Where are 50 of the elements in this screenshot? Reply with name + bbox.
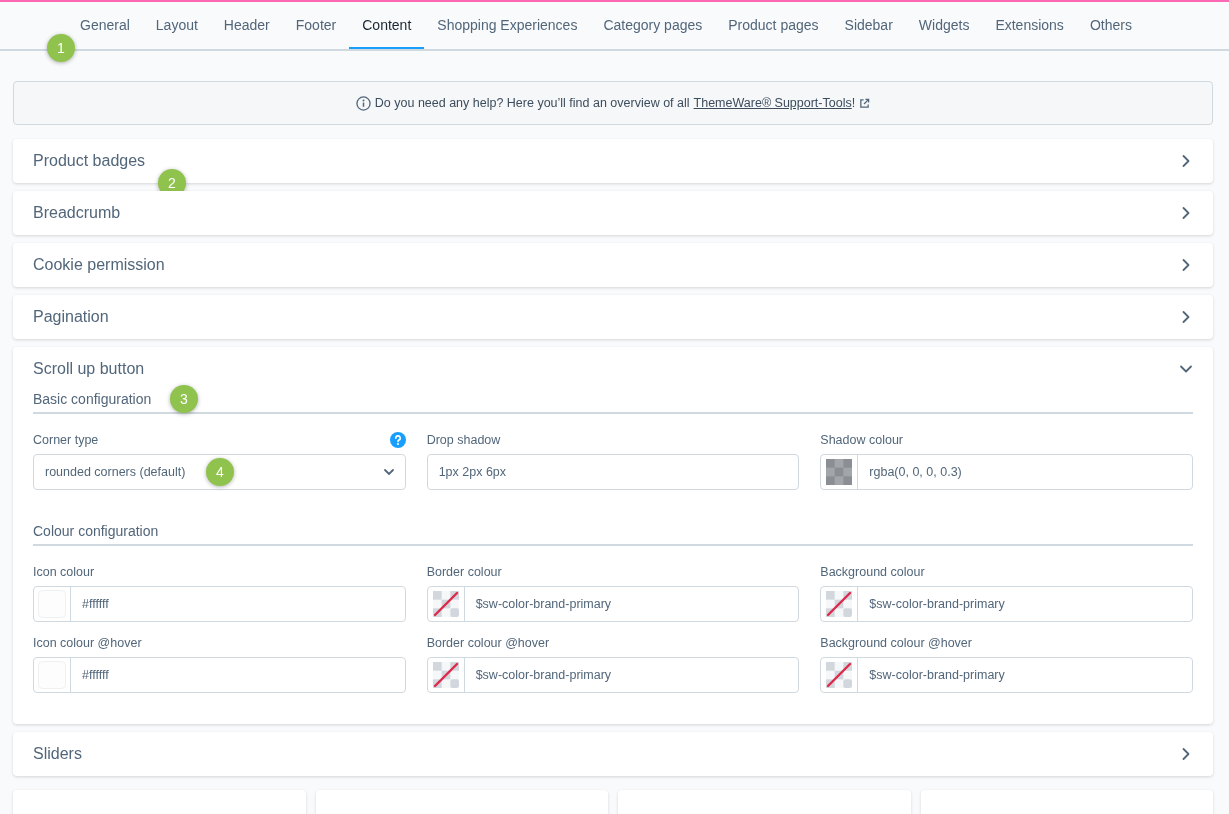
tab[interactable]: Content xyxy=(349,2,425,49)
color-field[interactable]: $sw-color-brand-primary xyxy=(426,586,800,622)
color-field[interactable]: $sw-color-brand-primary xyxy=(426,657,800,693)
section-title: Colour configuration xyxy=(33,523,159,539)
field-label: Drop shadow xyxy=(426,433,501,447)
color-field[interactable]: rgba(0, 0, 0, 0.3) xyxy=(820,454,1193,490)
field-label: Background colour xyxy=(820,565,925,579)
color-field[interactable]: $sw-color-brand-primary xyxy=(820,657,1193,693)
tab[interactable]: Shopping Experiences xyxy=(424,2,591,49)
panel-header[interactable]: Breadcrumb xyxy=(13,191,1213,235)
annotation-marker: 4 xyxy=(206,458,234,486)
tab[interactable]: Extensions xyxy=(982,2,1077,49)
info-icon xyxy=(355,95,371,111)
field-label: Border colour xyxy=(426,565,502,579)
external-link-icon xyxy=(859,97,871,109)
color-swatch[interactable] xyxy=(826,459,853,485)
tab[interactable]: Layout xyxy=(142,2,211,49)
field-label: Shadow colour xyxy=(820,433,904,447)
panel-header[interactable]: Sliders xyxy=(13,732,1213,776)
support-link[interactable]: ThemeWare® Support-Tools xyxy=(693,96,852,110)
no-color-swatch[interactable] xyxy=(432,591,459,617)
tab[interactable]: Product pages xyxy=(715,2,832,49)
field-label: Background colour @hover xyxy=(820,636,972,650)
field-label: Corner type xyxy=(33,433,99,447)
panel-header[interactable]: Cookie permission xyxy=(13,243,1213,287)
select-field[interactable]: rounded corners (default) 4 xyxy=(33,454,406,490)
annotation-marker: 1 xyxy=(47,34,75,62)
no-color-swatch[interactable] xyxy=(432,662,459,688)
color-field[interactable]: #ffffff xyxy=(33,657,406,693)
field-label: Border colour @hover xyxy=(426,636,550,650)
color-field[interactable]: $sw-color-brand-primary xyxy=(820,586,1193,622)
tab[interactable]: Category pages xyxy=(590,2,716,49)
panel-header[interactable]: Pagination xyxy=(13,295,1213,339)
help-text: Do you need any help? Here you’ll find an overview of all xyxy=(374,96,690,110)
tab[interactable]: Header xyxy=(210,2,283,49)
tab[interactable]: Sidebar xyxy=(831,2,906,49)
input-field[interactable]: 1px 2px 6px xyxy=(426,454,800,490)
chevron-icon xyxy=(382,466,395,478)
tab[interactable]: Others xyxy=(1076,2,1145,49)
tab[interactable]: Footer xyxy=(282,2,350,49)
field-label: Icon colour @hover xyxy=(33,636,142,650)
tab[interactable]: Widgets xyxy=(905,2,983,49)
help-icon[interactable] xyxy=(389,432,406,448)
color-field[interactable]: #ffffff xyxy=(33,586,406,622)
help-text: ! xyxy=(851,96,856,110)
field-label: Icon colour xyxy=(33,565,95,579)
section-title: Basic configuration xyxy=(33,391,152,407)
annotation-marker: 3 xyxy=(170,385,198,413)
no-color-swatch[interactable] xyxy=(826,591,853,617)
no-color-swatch[interactable] xyxy=(826,662,853,688)
